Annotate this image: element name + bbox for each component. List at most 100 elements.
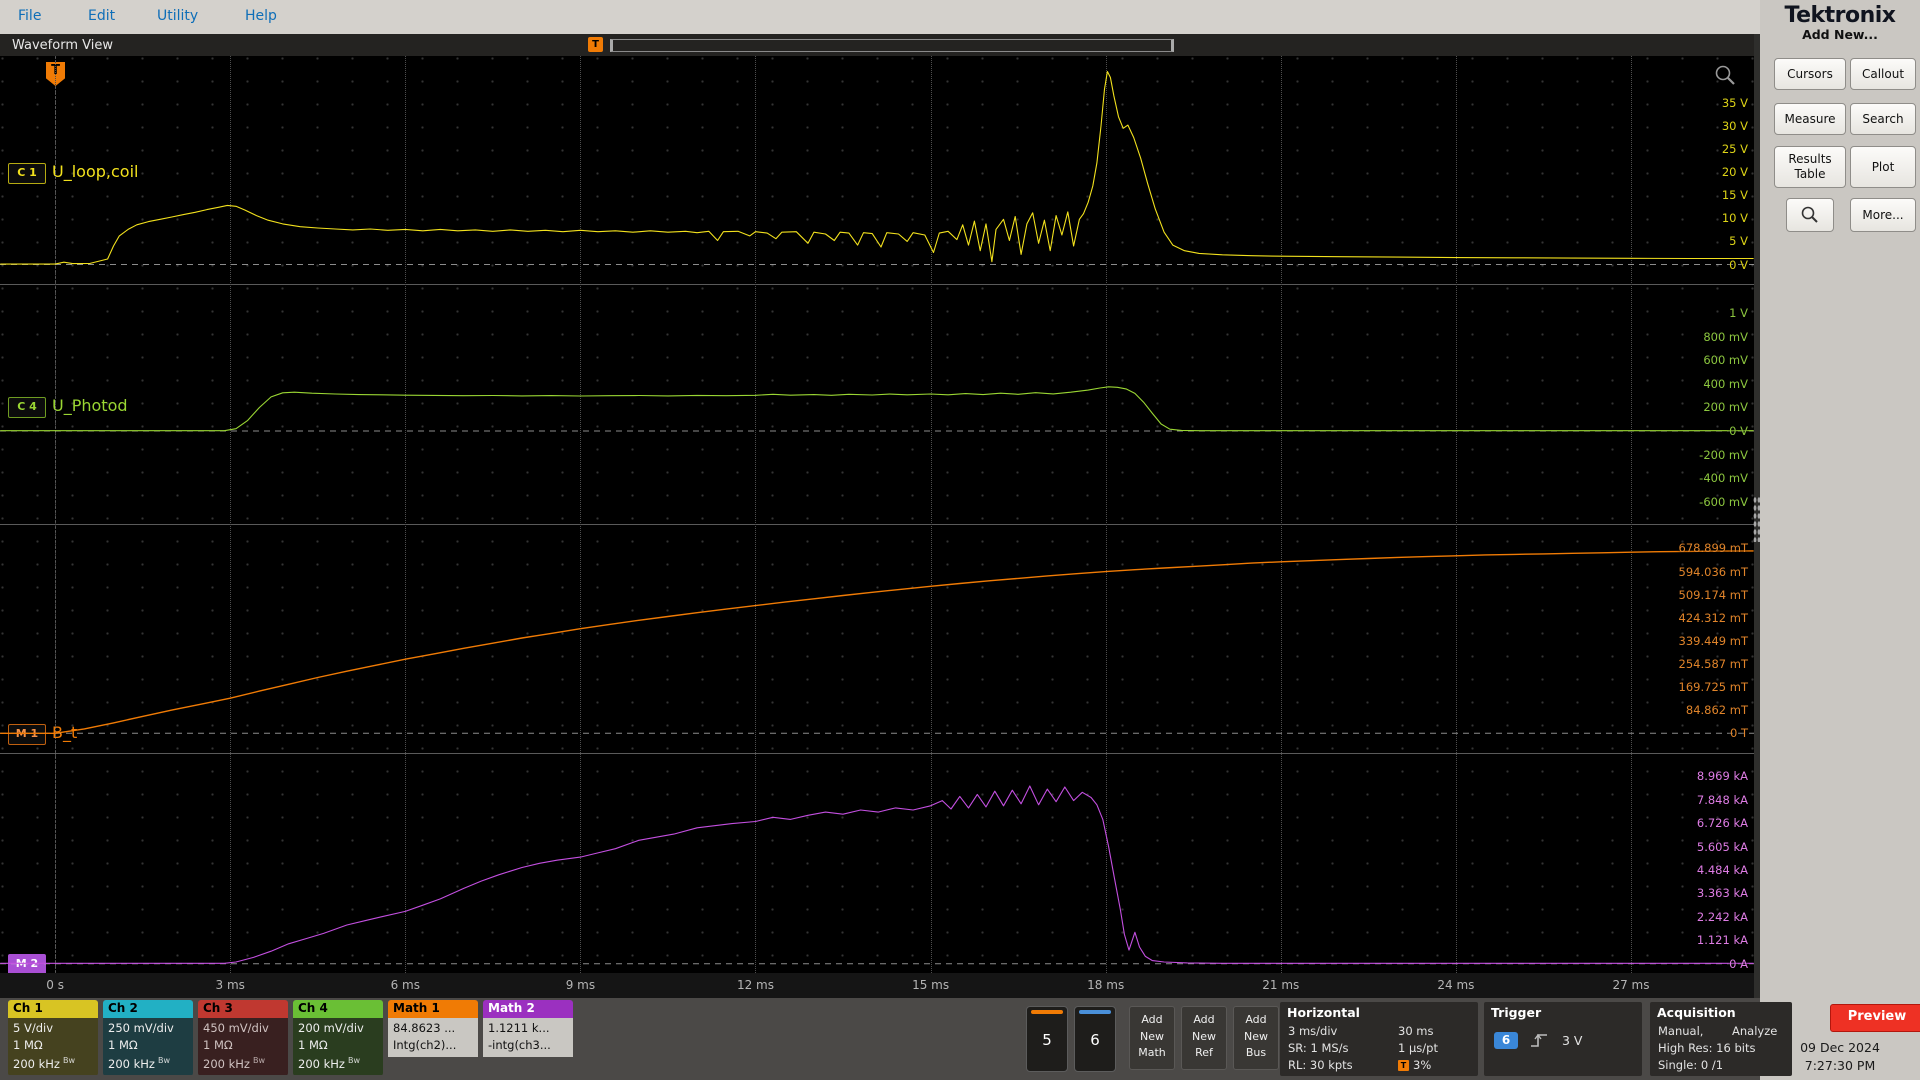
channel-6-button[interactable]: 6 [1074, 1006, 1116, 1072]
scale-label: 800 mV [1703, 330, 1748, 344]
badge-math1-title: Math 1 [388, 1000, 478, 1018]
trigger-title: Trigger [1491, 1005, 1542, 1020]
waveform-m1 [0, 550, 1754, 735]
channel-5-color-bar [1031, 1010, 1063, 1014]
scale-label: 7.848 kA [1696, 793, 1748, 807]
trigger-level: 3 V [1562, 1033, 1583, 1048]
badge-ch2-body: 250 mV/div 1 MΩ 200 kHz Bw [103, 1018, 193, 1075]
measure-button[interactable]: Measure [1774, 103, 1846, 135]
bandwidth-icon: Bw [347, 1055, 360, 1065]
waveform-ch4 [0, 386, 1754, 432]
search-button[interactable]: Search [1850, 103, 1916, 135]
tektronix-logo: Tektronix [1784, 3, 1896, 28]
scale-label: 169.725 mT [1678, 680, 1748, 694]
scale-label: 678.899 mT [1678, 541, 1748, 555]
magnifier-icon [1801, 206, 1818, 223]
badge-ch3-title: Ch 3 [198, 1000, 288, 1018]
acquisition-analyze[interactable]: Analyze [1732, 1024, 1777, 1038]
sample-rate: SR: 1 MS/s [1288, 1041, 1349, 1055]
add-new-heading: Add New... [1802, 27, 1878, 42]
badge-ch1-title: Ch 1 [8, 1000, 98, 1018]
status-date: 09 Dec 2024 [1800, 1040, 1880, 1055]
badge-math1[interactable]: Math 1 84.8623 ... Intg(ch2)... [388, 1000, 478, 1076]
status-time: 7:27:30 PM [1804, 1058, 1876, 1073]
zoom-tool-button[interactable] [1786, 198, 1834, 232]
scale-label: 600 mV [1703, 353, 1748, 367]
badge-ch4[interactable]: Ch 4 200 mV/div 1 MΩ 200 kHz Bw [293, 1000, 383, 1076]
minimap-trigger-marker[interactable]: T [588, 37, 603, 52]
scale-label: 1 V [1729, 306, 1748, 320]
horizontal-title: Horizontal [1287, 1005, 1360, 1020]
cursors-button[interactable]: Cursors [1774, 58, 1846, 90]
add-new-ref-button[interactable]: Add New Ref [1181, 1006, 1227, 1070]
scale-label: 0 A [1729, 957, 1748, 971]
scale-label: 6.726 kA [1696, 816, 1748, 830]
badge-ch4-title: Ch 4 [293, 1000, 383, 1018]
scale-label: 35 V [1721, 96, 1748, 110]
scale-label: 20 V [1721, 165, 1748, 179]
scale-label: 84.862 mT [1685, 703, 1748, 717]
add-new-math-button[interactable]: Add New Math [1129, 1006, 1175, 1070]
scale-label: 339.449 mT [1678, 634, 1748, 648]
bandwidth-icon: Bw [62, 1055, 75, 1065]
time-axis-label: 9 ms [565, 978, 596, 992]
callout-button[interactable]: Callout [1850, 58, 1916, 90]
waveform-view-bar: Waveform View T [0, 34, 1754, 56]
badge-ch3[interactable]: Ch 3 450 mV/div 1 MΩ 200 kHz Bw [198, 1000, 288, 1076]
scale-label: 0 V [1729, 424, 1748, 438]
time-axis: 0 s 3 ms 6 ms 9 ms 12 ms 15 ms 18 ms 21 ms 24 ms… [0, 973, 1754, 998]
badge-math2[interactable]: Math 2 1.1211 k... -intg(ch3... [483, 1000, 573, 1076]
waveform-ch1 [0, 70, 1754, 265]
scale-label: 5 V [1729, 234, 1748, 248]
badge-ch2-title: Ch 2 [103, 1000, 193, 1018]
scale-label: 8.969 kA [1696, 769, 1748, 783]
menu-bar: File Edit Utility Help [0, 0, 1760, 34]
trigger-source-badge[interactable]: 6 [1494, 1032, 1518, 1049]
scale-label: 509.174 mT [1678, 588, 1748, 602]
sample-resolution: 1 µs/pt [1398, 1041, 1438, 1055]
menu-file[interactable]: File [18, 8, 41, 24]
acquisition-mode[interactable]: Manual, [1658, 1024, 1703, 1038]
trigger-panel[interactable]: Trigger 6 3 V [1484, 1002, 1642, 1076]
more-button[interactable]: More... [1850, 198, 1916, 232]
scale-label: 4.484 kA [1696, 863, 1748, 877]
badge-ch1[interactable]: Ch 1 5 V/div 1 MΩ 200 kHz Bw [8, 1000, 98, 1076]
badge-math2-title: Math 2 [483, 1000, 573, 1018]
horizontal-scale: 3 ms/div [1288, 1024, 1338, 1038]
plot-button[interactable]: Plot [1850, 146, 1916, 188]
badge-ch4-body: 200 mV/div 1 MΩ 200 kHz Bw [293, 1018, 383, 1075]
menu-utility[interactable]: Utility [157, 8, 198, 24]
scale-label: 254.587 mT [1678, 657, 1748, 671]
bottom-settings-bar: Ch 1 5 V/div 1 MΩ 200 kHz Bw Ch 2 250 mV/di… [0, 998, 1792, 1080]
results-table-button[interactable]: Results Table [1774, 146, 1846, 188]
horizontal-panel[interactable]: Horizontal 3 ms/div 30 ms SR: 1 MS/s 1 µ… [1280, 1002, 1478, 1076]
menu-edit[interactable]: Edit [88, 8, 115, 24]
menu-help[interactable]: Help [245, 8, 277, 24]
time-axis-label: 3 ms [215, 978, 245, 992]
acquisition-minimap-window[interactable] [610, 39, 1174, 52]
preview-button[interactable]: Preview [1830, 1004, 1920, 1032]
channel-5-button[interactable]: 5 [1026, 1006, 1068, 1072]
waveform-display: T C 1 U_loop,coil C 4 U_Photod M 1 B_t M… [0, 56, 1754, 973]
time-axis-label: 18 ms [1087, 978, 1125, 992]
time-axis-label: 0 s [46, 978, 64, 992]
scale-label: 30 V [1721, 119, 1748, 133]
badge-ch2[interactable]: Ch 2 250 mV/div 1 MΩ 200 kHz Bw [103, 1000, 193, 1076]
scale-label: 424.312 mT [1678, 611, 1748, 625]
time-axis-label: 6 ms [390, 978, 420, 992]
scale-label: 15 V [1721, 188, 1748, 202]
badge-math1-body: 84.8623 ... Intg(ch2)... [388, 1018, 478, 1057]
scale-label: 2.242 kA [1696, 910, 1748, 924]
scale-label: 200 mV [1703, 400, 1748, 414]
badge-ch1-body: 5 V/div 1 MΩ 200 kHz Bw [8, 1018, 98, 1075]
scale-label: -200 mV [1699, 448, 1748, 462]
acquisition-res: High Res: 16 bits [1658, 1041, 1756, 1055]
scale-label: -400 mV [1699, 471, 1748, 485]
scale-label: 25 V [1721, 142, 1748, 156]
waveform-view-title: Waveform View [12, 38, 113, 53]
time-axis-label: 12 ms [736, 978, 774, 992]
scale-label: 0 T [1730, 726, 1748, 740]
waveform-m2 [0, 785, 1754, 965]
add-new-bus-button[interactable]: Add New Bus [1233, 1006, 1279, 1070]
time-axis-label: 27 ms [1612, 978, 1650, 992]
